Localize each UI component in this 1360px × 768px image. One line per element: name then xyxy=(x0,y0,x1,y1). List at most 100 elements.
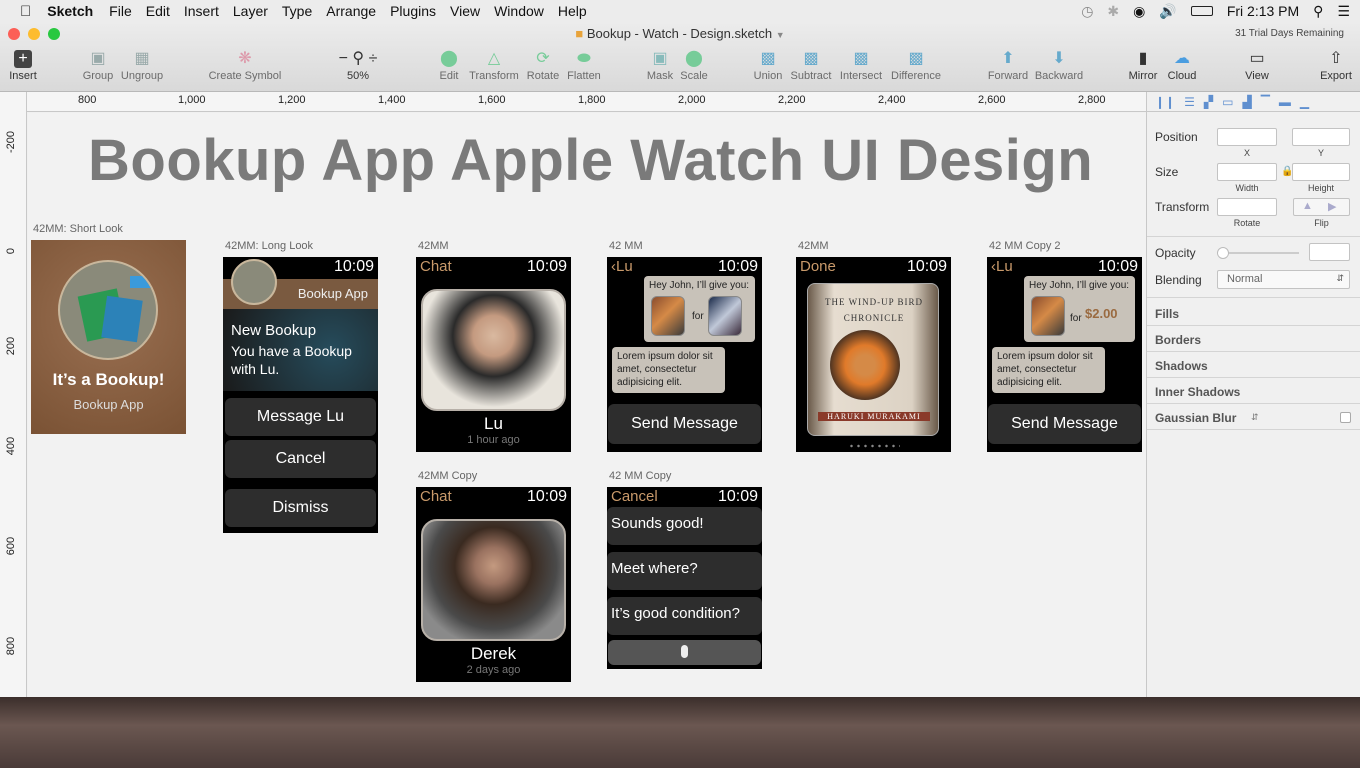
menu-layer[interactable]: Layer xyxy=(233,3,268,19)
design-canvas[interactable]: Bookup App Apple Watch UI Design 42MM: S… xyxy=(28,113,1146,697)
spotlight-icon[interactable]: ⚲ xyxy=(1313,3,1323,20)
flip-control[interactable]: ▲ ▶ xyxy=(1293,198,1350,216)
rotate-field[interactable] xyxy=(1217,198,1277,216)
artboard-message-lu[interactable]: ‹Lu 10:09 Hey John, I’ll give you: for L… xyxy=(607,257,762,452)
x-field[interactable] xyxy=(1217,128,1277,146)
avatar[interactable] xyxy=(421,519,566,641)
artboard-chat-lu[interactable]: Chat 10:09 Lu 1 hour ago xyxy=(416,257,571,452)
cloud-button[interactable]: ☁ Cloud xyxy=(1147,50,1217,82)
artboard-label[interactable]: 42MM: Short Look xyxy=(33,223,123,235)
back-lu[interactable]: ‹Lu xyxy=(991,258,1013,275)
insert-button[interactable]: + Insert xyxy=(0,50,58,82)
artboard-label[interactable]: 42MM: Long Look xyxy=(225,240,313,252)
artboard-long-look[interactable]: 10:09 Bookup App New Bookup You have a B… xyxy=(223,257,378,533)
back-chat[interactable]: Chat xyxy=(420,488,452,505)
dictation-button[interactable] xyxy=(608,640,761,665)
send-message-button[interactable]: Send Message xyxy=(608,404,761,444)
chevron-down-icon[interactable]: ▼ xyxy=(776,30,785,40)
flip-vertical-icon[interactable]: ▶ xyxy=(1328,200,1336,213)
create-symbol-button[interactable]: ❋ Create Symbol xyxy=(200,50,290,82)
volume-icon[interactable]: 🔊 xyxy=(1159,3,1176,20)
horizontal-ruler[interactable]: 800 1,000 1,200 1,400 1,600 1,800 2,000 … xyxy=(27,92,1146,112)
subtract-icon: ▩ xyxy=(803,50,819,67)
book-cover[interactable]: THE WIND-UP BIRD CHRONICLE HARUKI MURAKA… xyxy=(807,283,939,436)
artboard-label[interactable]: 42MM xyxy=(798,240,829,252)
back-lu[interactable]: ‹Lu xyxy=(611,258,633,275)
artboard-quick-replies[interactable]: Cancel 10:09 Sounds good! Meet where? It… xyxy=(607,487,762,669)
blending-select[interactable]: Normal ⇵ xyxy=(1217,270,1350,289)
notification-center-icon[interactable]: ☰ xyxy=(1337,3,1350,20)
align-middle-icon[interactable]: ▬ xyxy=(1279,95,1291,109)
artboard-label[interactable]: 42MM xyxy=(418,240,449,252)
export-button[interactable]: ⇧ Export xyxy=(1301,50,1360,82)
time-machine-icon[interactable]: ◷ xyxy=(1081,3,1093,20)
borders-section[interactable]: Borders xyxy=(1155,333,1201,347)
artboard-message-lu-copy[interactable]: ‹Lu 10:09 Hey John, I’ll give you: for $… xyxy=(987,257,1142,452)
opacity-field[interactable] xyxy=(1309,243,1350,261)
shadows-section[interactable]: Shadows xyxy=(1155,359,1208,373)
canvas-heading[interactable]: Bookup App Apple Watch UI Design xyxy=(88,127,1093,194)
menu-clock[interactable]: Fri 2:13 PM xyxy=(1227,3,1299,19)
fills-section[interactable]: Fills xyxy=(1155,307,1179,321)
ruler-tick: 1,400 xyxy=(378,94,406,106)
width-field[interactable] xyxy=(1217,163,1277,181)
artboard-chat-derek[interactable]: Chat 10:09 Derek 2 days ago xyxy=(416,487,571,682)
blur-type-arrows-icon[interactable]: ⇵ xyxy=(1251,412,1259,423)
menu-plugins[interactable]: Plugins xyxy=(390,3,436,19)
quick-reply[interactable]: Meet where? xyxy=(607,552,762,590)
align-left-icon[interactable]: ▞ xyxy=(1204,95,1213,109)
page-indicator[interactable] xyxy=(848,444,900,448)
back-chat[interactable]: Chat xyxy=(420,258,452,275)
artboard-book[interactable]: Done 10:09 THE WIND-UP BIRD CHRONICLE HA… xyxy=(796,257,951,452)
menu-view[interactable]: View xyxy=(450,3,480,19)
opacity-slider[interactable] xyxy=(1217,247,1299,259)
menu-arrange[interactable]: Arrange xyxy=(326,3,376,19)
wifi-icon[interactable]: ◉ xyxy=(1133,3,1145,20)
bluetooth-icon[interactable]: ✱ xyxy=(1107,3,1119,20)
zoom-control[interactable]: − ⚲ ÷ 50% xyxy=(323,50,393,82)
quick-reply[interactable]: It’s good condition? xyxy=(607,597,762,635)
view-button[interactable]: ▭ View xyxy=(1222,50,1292,82)
y-field[interactable] xyxy=(1292,128,1350,146)
quick-reply[interactable]: Sounds good! xyxy=(607,507,762,545)
align-bottom-icon[interactable]: ▁ xyxy=(1300,95,1309,109)
cancel-button[interactable]: Cancel xyxy=(225,440,376,478)
inner-shadows-section[interactable]: Inner Shadows xyxy=(1155,385,1240,399)
align-top-icon[interactable]: ▔ xyxy=(1261,95,1270,109)
battery-icon[interactable] xyxy=(1190,6,1213,16)
distribute-vertical-icon[interactable]: ☰ xyxy=(1184,95,1195,109)
apple-icon[interactable]:  xyxy=(20,3,31,20)
menu-app-name[interactable]: Sketch xyxy=(47,3,93,19)
scale-button[interactable]: ⬤ Scale xyxy=(659,50,729,82)
dismiss-button[interactable]: Dismiss xyxy=(225,489,376,527)
ungroup-button[interactable]: ▦ Ungroup xyxy=(107,50,177,82)
artboard-label[interactable]: 42 MM xyxy=(609,240,643,252)
opacity-slider-knob[interactable] xyxy=(1217,247,1229,259)
gaussian-blur-section[interactable]: Gaussian Blur xyxy=(1155,411,1236,425)
artboard-short-look[interactable]: It’s a Bookup! Bookup App xyxy=(31,240,186,434)
artboard-label[interactable]: 42MM Copy xyxy=(418,470,477,482)
cancel-reply[interactable]: Cancel xyxy=(611,488,658,505)
done-button[interactable]: Done xyxy=(800,258,836,275)
vertical-ruler[interactable]: -200 0 200 400 600 800 xyxy=(0,92,27,697)
height-field[interactable] xyxy=(1292,163,1350,181)
backward-button[interactable]: ⬇ Backward xyxy=(1024,50,1094,82)
menu-insert[interactable]: Insert xyxy=(184,3,219,19)
align-center-icon[interactable]: ▭ xyxy=(1222,95,1233,109)
menu-edit[interactable]: Edit xyxy=(146,3,170,19)
artboard-label[interactable]: 42 MM Copy 2 xyxy=(989,240,1061,252)
avatar[interactable] xyxy=(421,289,566,411)
align-right-icon[interactable]: ▟ xyxy=(1242,95,1251,109)
menu-help[interactable]: Help xyxy=(558,3,587,19)
menu-window[interactable]: Window xyxy=(494,3,544,19)
flip-horizontal-icon[interactable]: ▲ xyxy=(1302,200,1313,212)
gaussian-blur-checkbox[interactable] xyxy=(1340,412,1351,423)
difference-button[interactable]: ▩ Difference xyxy=(881,50,951,82)
message-lu-button[interactable]: Message Lu xyxy=(225,398,376,436)
distribute-horizontal-icon[interactable]: ❙❙ xyxy=(1155,95,1175,109)
send-message-button[interactable]: Send Message xyxy=(988,404,1141,444)
flatten-button[interactable]: ⬬ Flatten xyxy=(549,50,619,82)
menu-type[interactable]: Type xyxy=(282,3,312,19)
artboard-label[interactable]: 42 MM Copy xyxy=(609,470,671,482)
menu-file[interactable]: File xyxy=(109,3,132,19)
